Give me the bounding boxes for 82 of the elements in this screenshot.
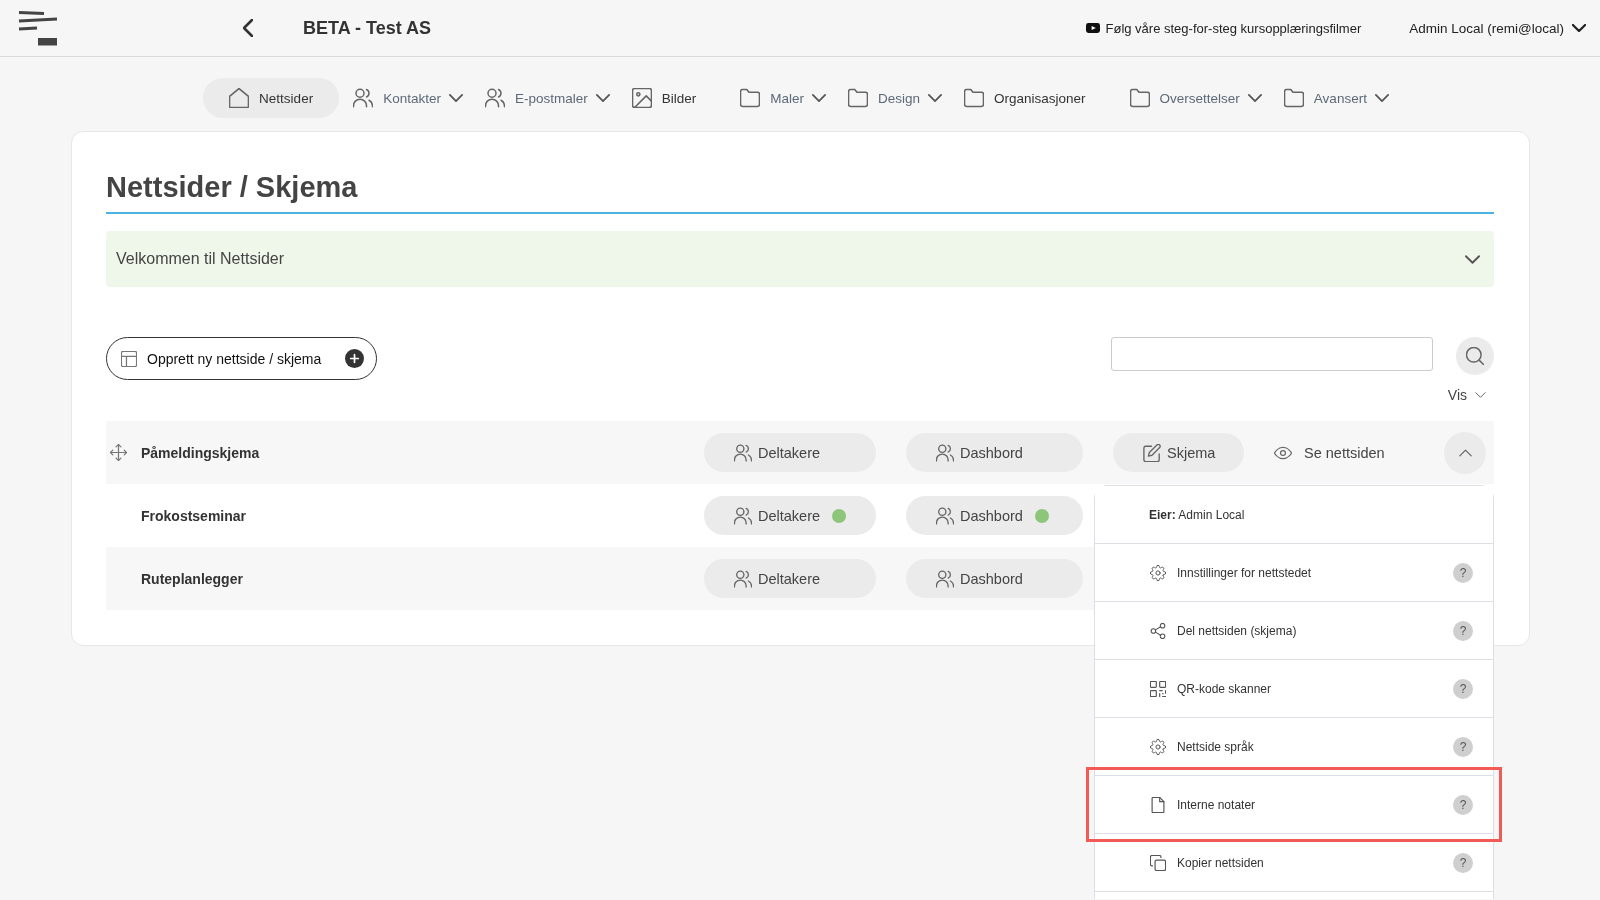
users-icon	[936, 569, 954, 588]
chevron-up-icon	[1458, 448, 1472, 457]
menu-item-label: Innstillinger for nettstedet	[1177, 565, 1313, 580]
share-icon	[1150, 622, 1166, 639]
users-icon	[353, 88, 374, 108]
nav-tab[interactable]: Bilder	[623, 78, 727, 118]
users-icon	[734, 506, 752, 525]
users-icon	[936, 506, 954, 525]
chevron-down-icon	[928, 94, 943, 102]
users-icon	[936, 443, 954, 462]
plus-icon	[345, 349, 365, 368]
menu-item-label: Kopier nettsiden	[1177, 855, 1265, 870]
video-icon	[1085, 23, 1100, 33]
nav-tab[interactable]: E-postmaler	[476, 78, 618, 118]
nav-tab[interactable]: Oversettelser	[1121, 78, 1270, 118]
folder-icon	[1283, 88, 1304, 108]
chevron-down-icon	[1247, 94, 1262, 102]
folder-icon	[1129, 88, 1150, 108]
dashboard-button[interactable]: Dashbord	[906, 433, 1083, 472]
move-icon[interactable]	[110, 444, 127, 461]
help-button[interactable]: ?	[1453, 620, 1473, 641]
chevron-down-icon	[812, 94, 826, 102]
image-icon	[631, 88, 652, 108]
chevron-down-icon	[1475, 392, 1486, 398]
settings-icon	[1150, 738, 1166, 755]
help-button[interactable]: ?	[1453, 736, 1473, 757]
layout-icon	[121, 350, 137, 367]
row-name: Frokostseminar	[141, 507, 247, 524]
page-title: Nettsider / Skjema	[106, 170, 358, 205]
participants-button[interactable]: Deltakere	[704, 559, 876, 598]
folder-icon	[848, 88, 868, 108]
nav-tab[interactable]: Kontakter	[345, 78, 471, 118]
search-field[interactable]	[1111, 337, 1433, 371]
users-icon	[734, 569, 752, 588]
account-title: BETA - Test AS	[303, 17, 431, 39]
row-name: Påmeldingskjema	[141, 444, 260, 461]
chevron-down-icon	[1572, 24, 1586, 32]
users-icon	[734, 443, 752, 462]
user-menu[interactable]: Admin Local (remi@local)	[1409, 20, 1586, 36]
form-button[interactable]: Skjema	[1113, 433, 1244, 472]
help-button[interactable]: ?	[1453, 794, 1473, 815]
row-name: Ruteplanlegger	[141, 570, 243, 587]
users-icon	[484, 88, 505, 108]
settings-icon	[1150, 564, 1166, 581]
chevron-down-icon	[595, 94, 610, 102]
help-button[interactable]: ?	[1453, 852, 1473, 873]
edit-icon	[1143, 443, 1161, 462]
nav-tab[interactable]: Organisasjoner	[956, 78, 1116, 118]
document-icon	[1150, 796, 1166, 813]
dashboard-button[interactable]: Dashbord	[906, 496, 1083, 535]
chevron-down-icon	[1374, 94, 1389, 102]
nav-tab[interactable]: Nettsider	[203, 78, 340, 118]
back-icon	[243, 19, 253, 37]
participants-button[interactable]: Deltakere	[704, 433, 876, 472]
view-dropdown[interactable]: Vis	[1447, 387, 1486, 403]
view-site-link[interactable]: Se nettsiden	[1274, 433, 1414, 472]
help-button[interactable]: ?	[1453, 562, 1473, 583]
create-button[interactable]: Opprett ny nettside / skjema	[106, 337, 378, 380]
copy-icon	[1150, 854, 1166, 871]
menu-item-label: QR-kode skanner	[1177, 681, 1273, 696]
dashboard-button[interactable]: Dashbord	[906, 559, 1083, 598]
menu-icon[interactable]	[18, 10, 58, 46]
banner-title: Velkommen til Nettsider	[116, 250, 285, 268]
folder-icon	[964, 88, 985, 108]
chevron-down-icon	[448, 94, 463, 102]
search-icon	[1466, 347, 1484, 365]
tutorial-link[interactable]: Følg våre steg-for-steg kursopplæringsfilmer	[1085, 20, 1362, 36]
nav-tab[interactable]: Avansert	[1275, 78, 1397, 118]
qr-code-icon	[1150, 680, 1166, 697]
menu-item-label: Del nettsiden (skjema)	[1177, 623, 1298, 638]
menu-item-label: Nettside språk	[1177, 739, 1255, 754]
folder-icon	[740, 88, 761, 108]
welcome-banner[interactable]: Velkommen til Nettsider	[106, 231, 1494, 287]
help-button[interactable]: ?	[1453, 678, 1473, 699]
home-icon	[229, 88, 250, 108]
nav-tab[interactable]: Design	[840, 78, 951, 118]
owner-label: Eier: Admin Local	[1149, 507, 1245, 522]
search-button[interactable]	[1456, 337, 1494, 375]
menu-item-label: Interne notater	[1177, 797, 1257, 812]
participants-button[interactable]: Deltakere	[704, 496, 876, 535]
nav-tab[interactable]: Maler	[732, 78, 834, 118]
back-button[interactable]	[243, 19, 253, 37]
